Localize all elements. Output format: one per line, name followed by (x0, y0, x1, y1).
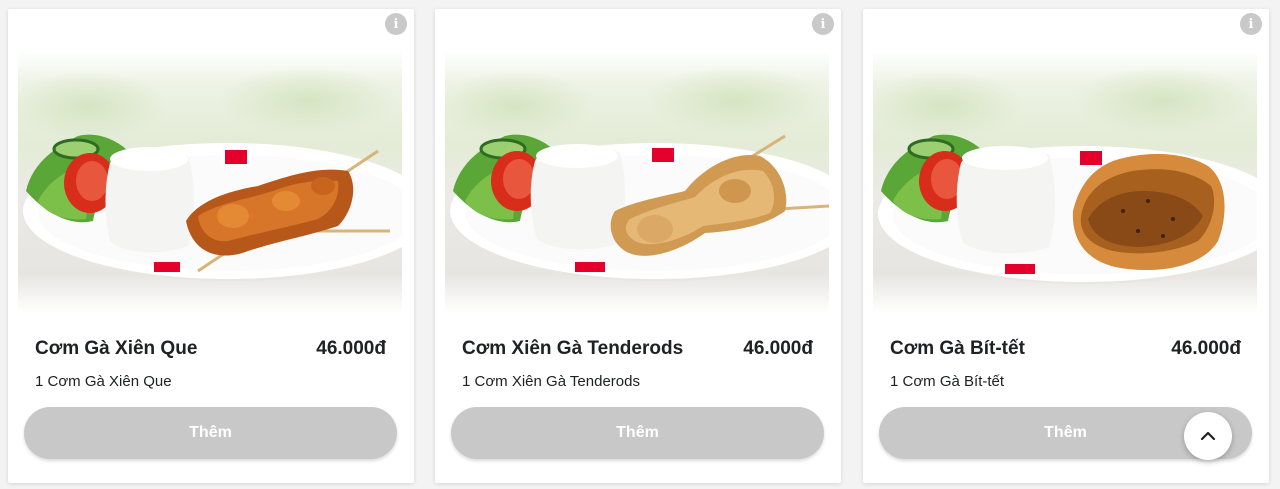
info-icon[interactable]: i (1240, 13, 1262, 35)
product-grid: i Cơm Gà Xiên Que 46.000đ 1 Cơm Gà Xiên … (0, 0, 1280, 489)
product-description: 1 Cơm Gà Bít-tết (890, 373, 1005, 390)
product-name: Cơm Xiên Gà Tenderods (462, 338, 684, 359)
scroll-to-top-button[interactable] (1184, 412, 1232, 460)
product-price: 46.000đ (1171, 338, 1241, 359)
product-price: 46.000đ (316, 338, 386, 359)
info-icon[interactable]: i (812, 13, 834, 35)
product-description: 1 Cơm Xiên Gà Tenderods (462, 373, 640, 390)
product-card: i (435, 9, 841, 483)
product-price: 46.000đ (743, 338, 813, 359)
product-name: Cơm Gà Bít-tết (890, 338, 1025, 359)
product-card: i (8, 9, 414, 483)
add-to-cart-button[interactable]: Thêm (24, 407, 397, 459)
chevron-up-icon (1200, 431, 1216, 441)
product-image[interactable] (445, 51, 829, 313)
product-image[interactable] (18, 51, 402, 313)
product-image[interactable] (873, 51, 1257, 313)
product-description: 1 Cơm Gà Xiên Que (35, 373, 172, 390)
info-icon[interactable]: i (385, 13, 407, 35)
add-to-cart-button[interactable]: Thêm (451, 407, 824, 459)
product-name: Cơm Gà Xiên Que (35, 338, 198, 359)
